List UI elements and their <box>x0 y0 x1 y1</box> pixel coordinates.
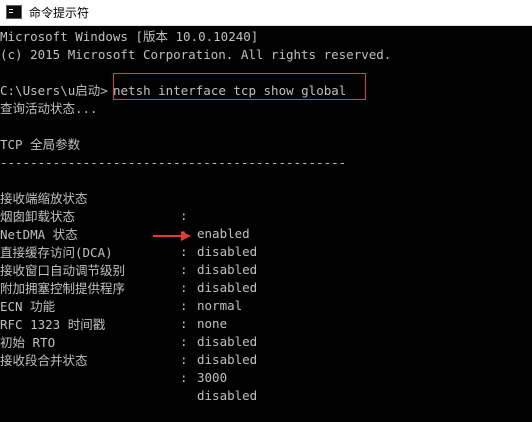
param-separator: : <box>180 244 188 259</box>
param-row: RFC 1323 时间戳 : disabled <box>0 298 257 367</box>
param-value: normal <box>197 297 243 313</box>
param-separator: : <box>180 370 188 385</box>
param-separator: : <box>180 316 188 331</box>
param-value: enabled <box>197 225 250 241</box>
param-value: disabled <box>197 333 258 349</box>
param-row: 附加拥塞控制提供程序 : none <box>0 262 227 331</box>
param-separator: : <box>180 262 188 277</box>
param-separator: : <box>180 298 188 313</box>
arrow-right-icon <box>153 231 191 241</box>
title-bar[interactable]: 命令提示符 <box>0 0 532 26</box>
param-value: disabled <box>197 279 258 295</box>
param-value: disabled <box>197 387 258 403</box>
param-row: 直接缓存访问(DCA) : disabled <box>0 226 257 295</box>
param-row: 初始 RTO : 3000 <box>0 316 227 385</box>
window-title: 命令提示符 <box>29 6 90 20</box>
param-separator: : <box>180 352 188 367</box>
divider: ----------------------------------------… <box>0 155 347 170</box>
param-value: 3000 <box>197 369 228 385</box>
param-row: ECN 功能 : disabled <box>0 280 257 349</box>
param-value: disabled <box>197 351 258 367</box>
param-row: 烟囱卸载状态 : disabled <box>0 190 257 259</box>
param-separator: : <box>180 208 188 223</box>
console-line-version: Microsoft Windows [版本 10.0.10240] <box>0 29 259 44</box>
cmd-icon <box>6 5 22 19</box>
param-row: 接收端缩放状态 : enabled <box>0 172 250 241</box>
console-line-copyright: (c) 2015 Microsoft Corporation. All righ… <box>0 47 392 62</box>
param-row: NetDMA 状态 : disabled <box>0 208 257 277</box>
status-query-line: 查询活动状态... <box>0 101 98 116</box>
section-title: TCP 全局参数 <box>0 137 81 152</box>
param-value: disabled <box>197 243 258 259</box>
param-value: disabled <box>197 261 258 277</box>
command-highlight-box <box>113 73 366 100</box>
param-value: none <box>197 315 228 331</box>
param-row: 接收段合并状态 : disabled <box>0 334 257 403</box>
param-row-highlighted: 接收窗口自动调节级别 : normal <box>0 244 242 313</box>
param-separator: : <box>180 280 188 295</box>
param-separator: : <box>180 334 188 349</box>
param-name: 接收段合并状态 <box>0 352 88 368</box>
prompt: C:\Users\u启动> <box>0 83 108 98</box>
